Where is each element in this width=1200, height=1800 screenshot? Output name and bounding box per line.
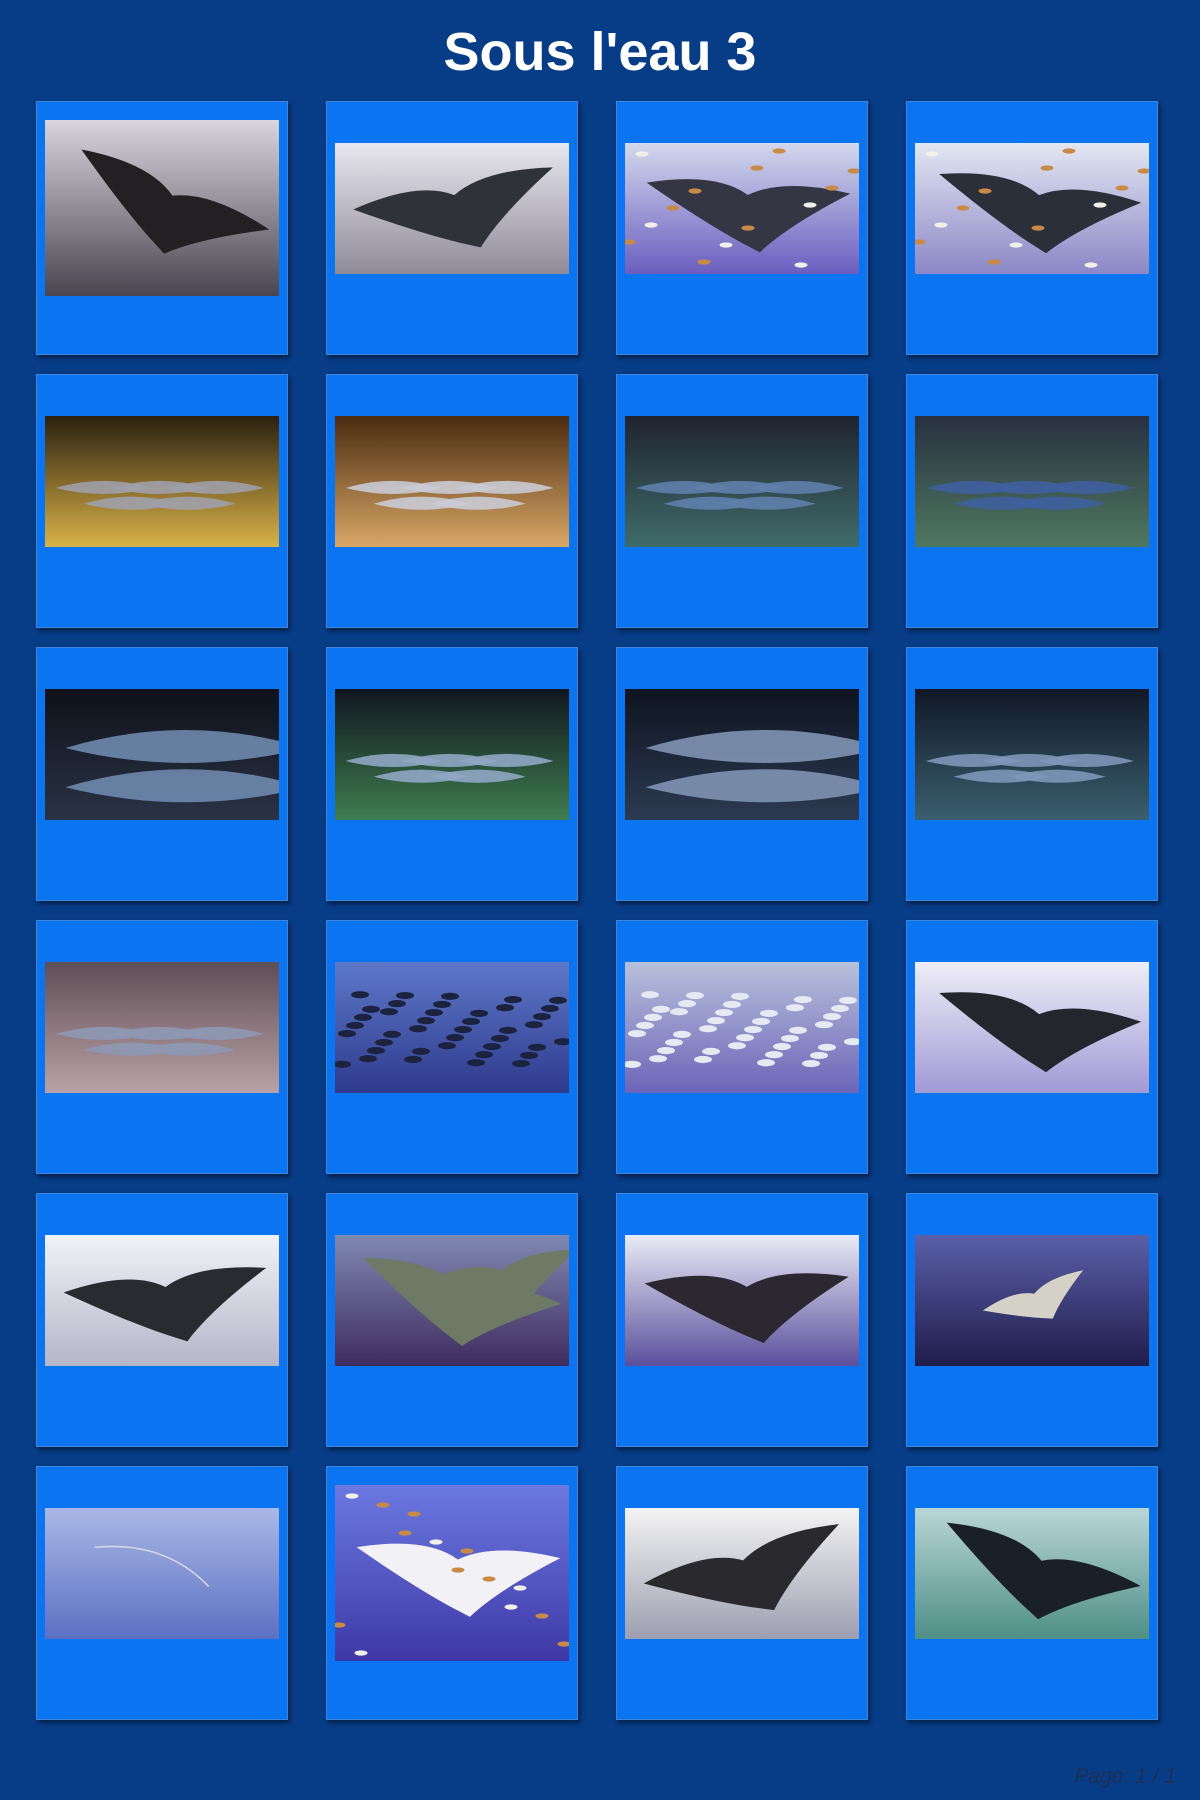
photo-card[interactable] bbox=[616, 647, 868, 901]
photo-thumbnail[interactable] bbox=[915, 142, 1149, 274]
photo-card[interactable] bbox=[326, 920, 578, 1174]
photo-card[interactable] bbox=[326, 1466, 578, 1720]
photo-card[interactable] bbox=[906, 101, 1158, 355]
photo-card[interactable] bbox=[326, 374, 578, 628]
photo-card[interactable] bbox=[616, 1193, 868, 1447]
photo-thumbnail[interactable] bbox=[625, 415, 859, 547]
photo-thumbnail[interactable] bbox=[915, 688, 1149, 820]
photo-thumbnail[interactable] bbox=[335, 1485, 569, 1661]
photo-card[interactable] bbox=[616, 1466, 868, 1720]
photo-card[interactable] bbox=[906, 374, 1158, 628]
photo-thumbnail[interactable] bbox=[335, 1234, 569, 1366]
photo-thumbnail[interactable] bbox=[625, 961, 859, 1093]
photo-card[interactable] bbox=[36, 101, 288, 355]
photo-thumbnail[interactable] bbox=[915, 961, 1149, 1093]
photo-card[interactable] bbox=[906, 920, 1158, 1174]
photo-card[interactable] bbox=[616, 374, 868, 628]
photo-card[interactable] bbox=[616, 101, 868, 355]
photo-card[interactable] bbox=[906, 1193, 1158, 1447]
photo-card[interactable] bbox=[36, 920, 288, 1174]
photo-card[interactable] bbox=[906, 647, 1158, 901]
photo-thumbnail[interactable] bbox=[335, 415, 569, 547]
photo-thumbnail[interactable] bbox=[625, 688, 859, 820]
photo-thumbnail[interactable] bbox=[915, 1234, 1149, 1366]
photo-card[interactable] bbox=[906, 1466, 1158, 1720]
page-title: Sous l'eau 3 bbox=[443, 22, 757, 82]
photo-thumbnail[interactable] bbox=[335, 961, 569, 1093]
photo-card[interactable] bbox=[36, 1193, 288, 1447]
photo-card[interactable] bbox=[36, 1466, 288, 1720]
photo-thumbnail[interactable] bbox=[915, 415, 1149, 547]
photo-thumbnail[interactable] bbox=[335, 142, 569, 274]
photo-thumbnail[interactable] bbox=[45, 1234, 279, 1366]
photo-card[interactable] bbox=[326, 101, 578, 355]
photo-thumbnail[interactable] bbox=[335, 688, 569, 820]
photo-card[interactable] bbox=[36, 647, 288, 901]
photo-card[interactable] bbox=[616, 920, 868, 1174]
photo-thumbnail[interactable] bbox=[45, 688, 279, 820]
photo-thumbnail[interactable] bbox=[625, 1234, 859, 1366]
photo-thumbnail[interactable] bbox=[45, 1507, 279, 1639]
photo-thumbnail[interactable] bbox=[45, 120, 279, 296]
photo-thumbnail[interactable] bbox=[625, 142, 859, 274]
page-indicator: Page: 1 / 1 bbox=[1074, 1765, 1176, 1788]
photo-card[interactable] bbox=[36, 374, 288, 628]
photo-card[interactable] bbox=[326, 647, 578, 901]
photo-thumbnail[interactable] bbox=[45, 961, 279, 1093]
photo-card[interactable] bbox=[326, 1193, 578, 1447]
photo-thumbnail[interactable] bbox=[45, 415, 279, 547]
photo-thumbnail[interactable] bbox=[915, 1507, 1149, 1639]
photo-thumbnail[interactable] bbox=[625, 1507, 859, 1639]
